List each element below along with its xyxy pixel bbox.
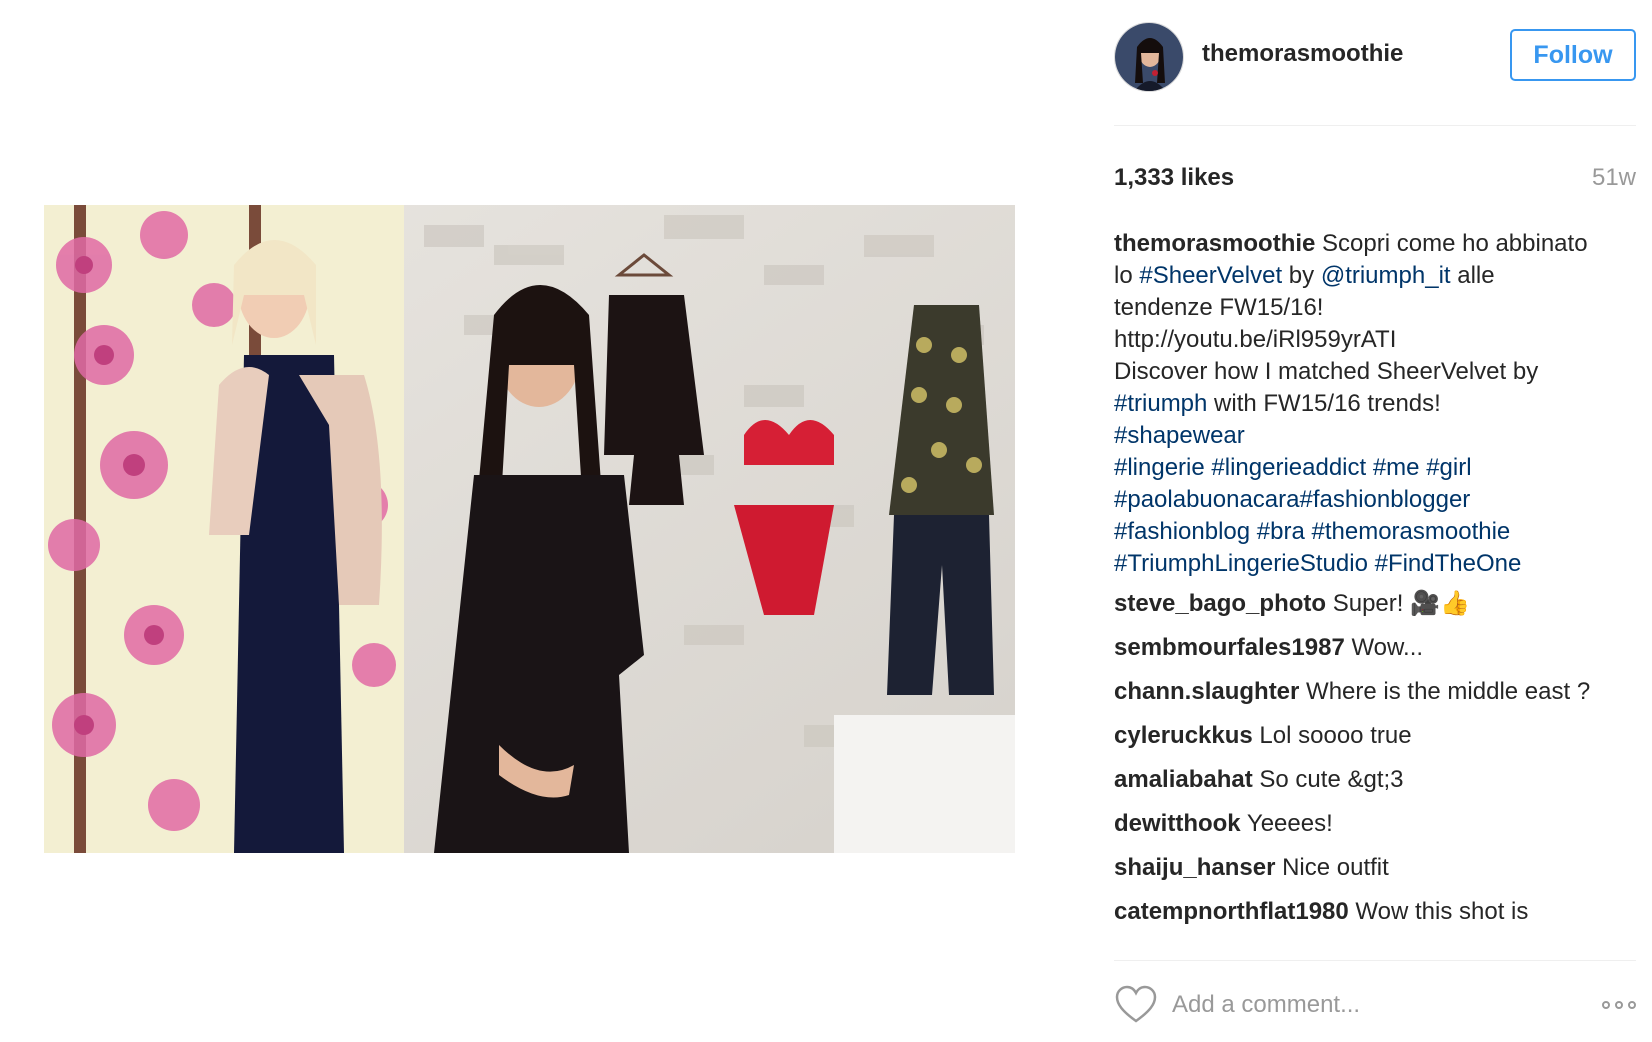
comment-text: Yeeees! [1240,810,1333,837]
comment-footer [1114,985,1636,1029]
caption-line: Discover how I matched SheerVelvet by [1114,358,1539,385]
caption-text: lo [1114,262,1140,289]
comment-username[interactable]: amaliabahat [1114,766,1253,793]
hashtag-links[interactable]: #TriumphLingerieStudio #FindTheOne [1114,548,1636,580]
comment-username[interactable]: catempnorthflat1980 [1114,898,1349,925]
comment-text: Lol soooo true [1252,722,1412,749]
comment-item: catempnorthflat1980 Wow this shot is [1114,896,1636,928]
hashtag-links[interactable]: #lingerie #lingerieaddict #me #girl [1114,452,1636,484]
post-header: themorasmoothie Follow [1114,18,1636,94]
likes-count[interactable]: 1,333 likes [1114,164,1234,192]
hashtag-links[interactable]: #paolabuonacara#fashionblogger [1114,484,1636,516]
avatar[interactable] [1114,22,1184,92]
post-sidebar: themorasmoothie Follow 1,333 likes 51w t… [1114,0,1636,1042]
more-options-icon[interactable] [1592,993,1636,1017]
photo-area [0,0,1040,1042]
comment-item: amaliabahat So cute &gt;3 [1114,764,1636,796]
caption-text: Scopri come ho abbinato [1315,230,1588,257]
comment-username[interactable]: sembmourfales1987 [1114,634,1345,661]
post-meta: 1,333 likes 51w [1114,160,1636,194]
comment-text: Wow... [1344,634,1424,661]
comments-list[interactable]: themorasmoothie Scopri come ho abbinato … [1114,228,1636,938]
dot-icon [1615,1001,1623,1009]
follow-button[interactable]: Follow [1510,29,1636,81]
comment-item: steve_bago_photo Super! 🎥👍 [1114,588,1636,620]
comment-text: Nice outfit [1275,854,1389,881]
comment-item: cyleruckkus Lol soooo true [1114,720,1636,752]
comment-text: So cute &gt;3 [1252,766,1404,793]
header-divider [1114,125,1636,126]
post-photo[interactable] [44,205,1015,853]
avatar-image [1115,23,1183,91]
heart-icon[interactable] [1114,985,1158,1025]
caption-url: http://youtu.be/iRl959yrATI [1114,326,1397,353]
comment-text: Where is the middle east ? [1299,678,1591,705]
comment-text: Super! 🎥👍 [1326,590,1470,617]
comment-item: shaiju_hanser Nice outfit [1114,852,1636,884]
hashtag-links[interactable]: #fashionblog #bra #themorasmoothie [1114,516,1636,548]
comment-text: Wow this shot is [1348,898,1529,925]
post-caption: themorasmoothie Scopri come ho abbinato … [1114,228,1636,580]
comment-username[interactable]: chann.slaughter [1114,678,1299,705]
caption-text: alle [1450,262,1495,289]
caption-text: by [1282,262,1321,289]
caption-line: lo #SheerVelvet by @triumph_it alle [1114,260,1636,292]
footer-divider [1114,960,1636,961]
comment-item: dewitthook Yeeees! [1114,808,1636,840]
photo-illustration [44,205,1015,853]
caption-line: themorasmoothie Scopri come ho abbinato [1114,228,1636,260]
caption-line: #triumph with FW15/16 trends! [1114,388,1636,420]
caption-username[interactable]: themorasmoothie [1114,230,1315,257]
dot-icon [1628,1001,1636,1009]
post-age[interactable]: 51w [1592,164,1636,192]
post-owner-username[interactable]: themorasmoothie [1202,40,1403,68]
add-comment-input[interactable] [1172,988,1562,1022]
hashtag-link[interactable]: #triumph [1114,390,1207,417]
hashtag-link[interactable]: #SheerVelvet [1139,262,1282,289]
mention-link[interactable]: @triumph_it [1321,262,1451,289]
comment-username[interactable]: steve_bago_photo [1114,590,1326,617]
dot-icon [1602,1001,1610,1009]
comment-username[interactable]: dewitthook [1114,810,1241,837]
caption-text: with FW15/16 trends! [1207,390,1441,417]
hashtag-link[interactable]: #shapewear [1114,420,1636,452]
comment-username[interactable]: shaiju_hanser [1114,854,1275,881]
comment-item: chann.slaughter Where is the middle east… [1114,676,1636,708]
comment-item: sembmourfales1987 Wow... [1114,632,1636,664]
comment-username[interactable]: cyleruckkus [1114,722,1253,749]
caption-line: tendenze FW15/16! [1114,294,1324,321]
